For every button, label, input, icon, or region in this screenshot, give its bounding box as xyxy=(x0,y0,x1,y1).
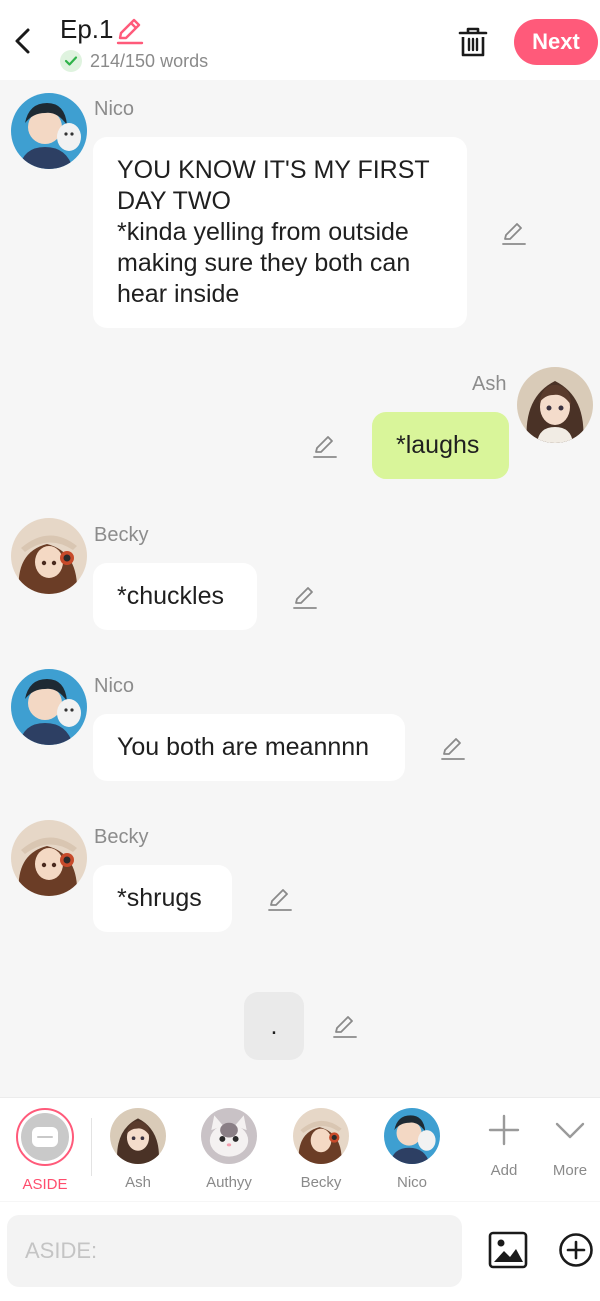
speaker-name: Ash xyxy=(472,373,507,395)
message-bubble[interactable]: *chuckles xyxy=(93,563,257,630)
pencil-icon xyxy=(441,738,465,760)
becky-avatar-icon xyxy=(11,820,87,896)
pencil-icon xyxy=(333,1016,357,1038)
plus-icon xyxy=(488,1114,520,1146)
avatar-nico[interactable] xyxy=(11,93,87,169)
speaker-name: Becky xyxy=(94,826,149,848)
character-name: ASIDE xyxy=(22,1176,68,1193)
avatar xyxy=(293,1108,349,1164)
character-nico[interactable]: Nico xyxy=(377,1108,447,1191)
message-bubble[interactable]: *laughs xyxy=(372,412,509,479)
avatar-nico[interactable] xyxy=(11,669,87,745)
more-button[interactable]: More xyxy=(535,1112,600,1179)
back-arrow-icon xyxy=(15,28,30,54)
character-aside[interactable]: ASIDE xyxy=(10,1108,80,1193)
ash-avatar-icon xyxy=(517,367,593,443)
avatar xyxy=(384,1108,440,1164)
nico-avatar-icon xyxy=(11,93,87,169)
pencil-icon xyxy=(293,587,317,609)
character-name: Nico xyxy=(396,1174,427,1191)
pencil-icon xyxy=(502,223,526,245)
speaker-name: Becky xyxy=(94,524,149,546)
ash-avatar-icon xyxy=(110,1108,166,1164)
edit-message-button[interactable] xyxy=(439,734,467,762)
add-label: Add xyxy=(490,1162,518,1179)
add-character-button[interactable]: Add xyxy=(469,1112,539,1179)
word-count: 214/150 words xyxy=(90,50,209,71)
nico-avatar-icon xyxy=(11,669,87,745)
input-bar xyxy=(0,1202,600,1301)
character-authyy[interactable]: Authyy xyxy=(194,1108,264,1191)
cat-avatar-icon xyxy=(201,1108,257,1164)
top-bar: Ep.1 214/150 words Next xyxy=(0,0,600,80)
becky-avatar-icon xyxy=(11,518,87,594)
pencil-icon xyxy=(313,436,337,458)
edit-title-button[interactable] xyxy=(114,14,146,46)
edit-message-button[interactable] xyxy=(291,583,319,611)
character-name: Authyy xyxy=(206,1174,252,1191)
episode-title: Ep.1 xyxy=(60,14,114,44)
check-icon xyxy=(60,50,82,72)
character-becky[interactable]: Becky xyxy=(286,1108,356,1191)
character-selector: ASIDE Ash Authyy Becky Nico Add More xyxy=(0,1097,600,1201)
speaker-name: Nico xyxy=(94,675,135,697)
avatar-becky[interactable] xyxy=(11,820,87,896)
message-input[interactable] xyxy=(7,1215,462,1287)
back-button[interactable] xyxy=(10,26,38,56)
chevron-down-icon xyxy=(555,1122,585,1139)
becky-avatar-icon xyxy=(293,1108,349,1164)
avatar-ash[interactable] xyxy=(517,367,593,443)
message-bubble[interactable]: YOU KNOW IT'S MY FIRST DAY TWO *kinda ye… xyxy=(93,137,467,328)
aside-avatar xyxy=(16,1108,74,1166)
aside-bubble[interactable]: . xyxy=(244,992,304,1060)
edit-message-button[interactable] xyxy=(311,432,339,460)
divider xyxy=(91,1118,92,1176)
word-count-row: 214/150 words xyxy=(60,50,208,72)
character-name: Ash xyxy=(125,1174,151,1191)
edit-message-button[interactable] xyxy=(500,219,528,247)
message-bubble[interactable]: *shrugs xyxy=(93,865,232,932)
delete-button[interactable] xyxy=(456,24,490,60)
edit-message-button[interactable] xyxy=(266,885,294,913)
aside-bubble-icon xyxy=(32,1127,58,1147)
speaker-name: Nico xyxy=(94,98,135,120)
more-label: More xyxy=(552,1162,588,1179)
add-content-button[interactable] xyxy=(558,1232,594,1268)
image-icon xyxy=(488,1231,528,1269)
edit-message-button[interactable] xyxy=(331,1012,359,1040)
plus-circle-icon xyxy=(559,1233,593,1267)
avatar-becky[interactable] xyxy=(11,518,87,594)
avatar xyxy=(201,1108,257,1164)
message-bubble[interactable]: You both are meannnn xyxy=(93,714,405,781)
nico-avatar-icon xyxy=(384,1108,440,1164)
pencil-icon xyxy=(268,889,292,911)
pencil-icon xyxy=(116,18,144,45)
trash-icon xyxy=(458,27,488,57)
character-ash[interactable]: Ash xyxy=(103,1108,173,1191)
avatar xyxy=(110,1108,166,1164)
insert-image-button[interactable] xyxy=(488,1230,528,1270)
character-name: Becky xyxy=(300,1174,342,1191)
next-button[interactable]: Next xyxy=(514,19,598,65)
